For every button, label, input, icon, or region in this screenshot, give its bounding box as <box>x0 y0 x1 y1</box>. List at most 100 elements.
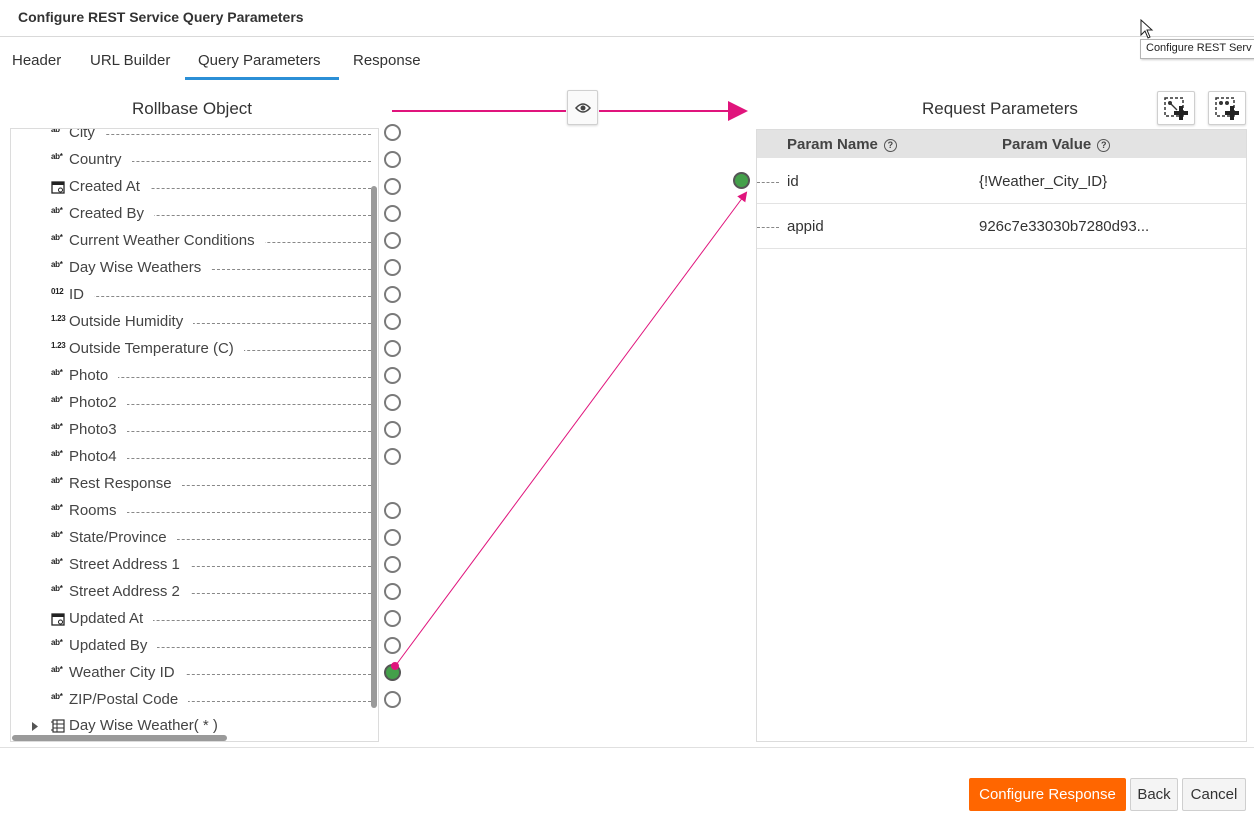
param-value[interactable]: {!Weather_City_ID} <box>979 173 1107 190</box>
field-row[interactable]: ab* State/Province <box>11 525 378 552</box>
param-row[interactable]: appid 926c7e33030b7280d93... <box>757 204 1246 249</box>
field-connector[interactable] <box>384 691 401 708</box>
field-connector[interactable] <box>384 232 401 249</box>
field-row[interactable]: ab* Country <box>11 147 378 174</box>
text-field-icon: ab* <box>51 128 63 134</box>
request-parameters-title: Request Parameters <box>922 99 1078 118</box>
field-row[interactable]: ab* Photo2 <box>11 390 378 417</box>
field-label: Rooms <box>69 502 127 519</box>
field-connector[interactable] <box>384 583 401 600</box>
field-label: Photo2 <box>69 394 127 411</box>
field-label: Outside Temperature (C) <box>69 340 244 357</box>
field-connector[interactable] <box>384 637 401 654</box>
field-label: ID <box>69 286 94 303</box>
field-row[interactable]: ab* City <box>11 128 378 147</box>
column-param-value: Param Value? <box>1002 136 1111 153</box>
tab-bar: Header URL Builder Query Parameters Resp… <box>0 38 1254 82</box>
preview-eye-button[interactable] <box>567 90 598 125</box>
text-field-icon: ab* <box>51 530 63 539</box>
field-label: Photo3 <box>69 421 127 438</box>
field-row[interactable]: ab* ZIP/Postal Code <box>11 687 378 714</box>
param-name: appid <box>787 218 824 235</box>
field-connector[interactable] <box>384 124 401 141</box>
table-object-icon <box>51 719 65 733</box>
field-connector[interactable] <box>384 394 401 411</box>
group-label: Day Wise Weather( * ) <box>69 717 228 734</box>
calendar-icon <box>51 181 65 194</box>
connector-dash <box>71 134 371 135</box>
params-table-header: Param Name? Param Value? <box>757 130 1246 158</box>
field-connector[interactable] <box>384 502 401 519</box>
field-label: Updated By <box>69 637 158 654</box>
field-row[interactable]: ab* Day Wise Weathers <box>11 255 378 282</box>
field-connector[interactable] <box>384 259 401 276</box>
field-label: State/Province <box>69 529 177 546</box>
param-connector-id[interactable] <box>733 172 750 189</box>
field-connector[interactable] <box>384 421 401 438</box>
dialog-titlebar: Configure REST Service Query Parameters <box>0 0 1254 37</box>
field-row[interactable]: Created At <box>11 174 378 201</box>
configure-response-button[interactable]: Configure Response <box>969 778 1126 811</box>
field-row[interactable]: 012 ID <box>11 282 378 309</box>
field-row[interactable]: 1.23 Outside Humidity <box>11 309 378 336</box>
connector-dash <box>757 227 779 228</box>
text-field-icon: ab* <box>51 395 63 404</box>
field-connector[interactable] <box>384 286 401 303</box>
tab-url-builder[interactable]: URL Builder <box>90 52 170 80</box>
field-row[interactable]: ab* Photo3 <box>11 417 378 444</box>
rollbase-object-title: Rollbase Object <box>132 99 253 118</box>
tab-query-parameters[interactable]: Query Parameters <box>185 52 339 80</box>
add-static-param-button[interactable] <box>1208 91 1246 125</box>
field-row[interactable]: Updated At <box>11 606 378 633</box>
text-field-icon: ab* <box>51 692 63 701</box>
field-row[interactable]: ab* Rooms <box>11 498 378 525</box>
expand-caret-icon[interactable] <box>32 722 38 731</box>
field-row[interactable]: ab* Photo4 <box>11 444 378 471</box>
tab-header[interactable]: Header <box>12 52 61 80</box>
field-connector[interactable] <box>384 610 401 627</box>
field-connector[interactable] <box>384 367 401 384</box>
field-connector[interactable] <box>384 205 401 222</box>
field-row[interactable]: ab* Weather City ID <box>11 660 378 687</box>
back-button[interactable]: Back <box>1130 778 1178 811</box>
field-connector[interactable] <box>384 313 401 330</box>
field-label: Street Address 1 <box>69 556 190 573</box>
vertical-scrollbar[interactable] <box>371 186 377 708</box>
field-connector[interactable] <box>384 448 401 465</box>
field-row[interactable]: ab* Street Address 2 <box>11 579 378 606</box>
help-icon[interactable]: ? <box>1097 139 1111 152</box>
field-label: Country <box>69 151 132 168</box>
field-row[interactable]: ab* Created By <box>11 201 378 228</box>
dialog-title: Configure REST Service Query Parameters <box>18 9 304 25</box>
tab-response[interactable]: Response <box>353 52 421 80</box>
help-icon[interactable]: ? <box>883 139 897 152</box>
add-static-param-icon <box>1215 97 1239 120</box>
field-connector[interactable] <box>384 340 401 357</box>
text-field-icon: ab* <box>51 368 63 377</box>
field-row[interactable]: ab* Street Address 1 <box>11 552 378 579</box>
field-row[interactable]: ab* Updated By <box>11 633 378 660</box>
param-value[interactable]: 926c7e33030b7280d93... <box>979 218 1149 235</box>
field-label: Photo <box>69 367 119 384</box>
column-param-name: Param Name? <box>787 136 897 153</box>
add-mapped-param-button[interactable] <box>1157 91 1195 125</box>
horizontal-scrollbar[interactable] <box>12 735 227 741</box>
text-field-icon: ab* <box>51 503 63 512</box>
field-connector[interactable] <box>384 556 401 573</box>
field-connector[interactable] <box>384 529 401 546</box>
field-row[interactable]: ab* Photo <box>11 363 378 390</box>
cancel-button[interactable]: Cancel <box>1182 778 1246 811</box>
field-label: ZIP/Postal Code <box>69 691 189 708</box>
field-label: Photo4 <box>69 448 127 465</box>
field-row[interactable]: ab* Current Weather Conditions <box>11 228 378 255</box>
field-connector[interactable] <box>384 664 401 681</box>
field-label: Rest Response <box>69 475 182 492</box>
field-row[interactable]: ab* Rest Response <box>11 471 378 498</box>
field-connector[interactable] <box>384 178 401 195</box>
request-parameters-panel: Param Name? Param Value? id {!Weather_Ci… <box>756 129 1247 742</box>
field-label: Day Wise Weathers <box>69 259 212 276</box>
field-row[interactable]: 1.23 Outside Temperature (C) <box>11 336 378 363</box>
field-connector[interactable] <box>384 151 401 168</box>
add-mapped-param-icon <box>1164 97 1188 120</box>
param-row[interactable]: id {!Weather_City_ID} <box>757 159 1246 204</box>
